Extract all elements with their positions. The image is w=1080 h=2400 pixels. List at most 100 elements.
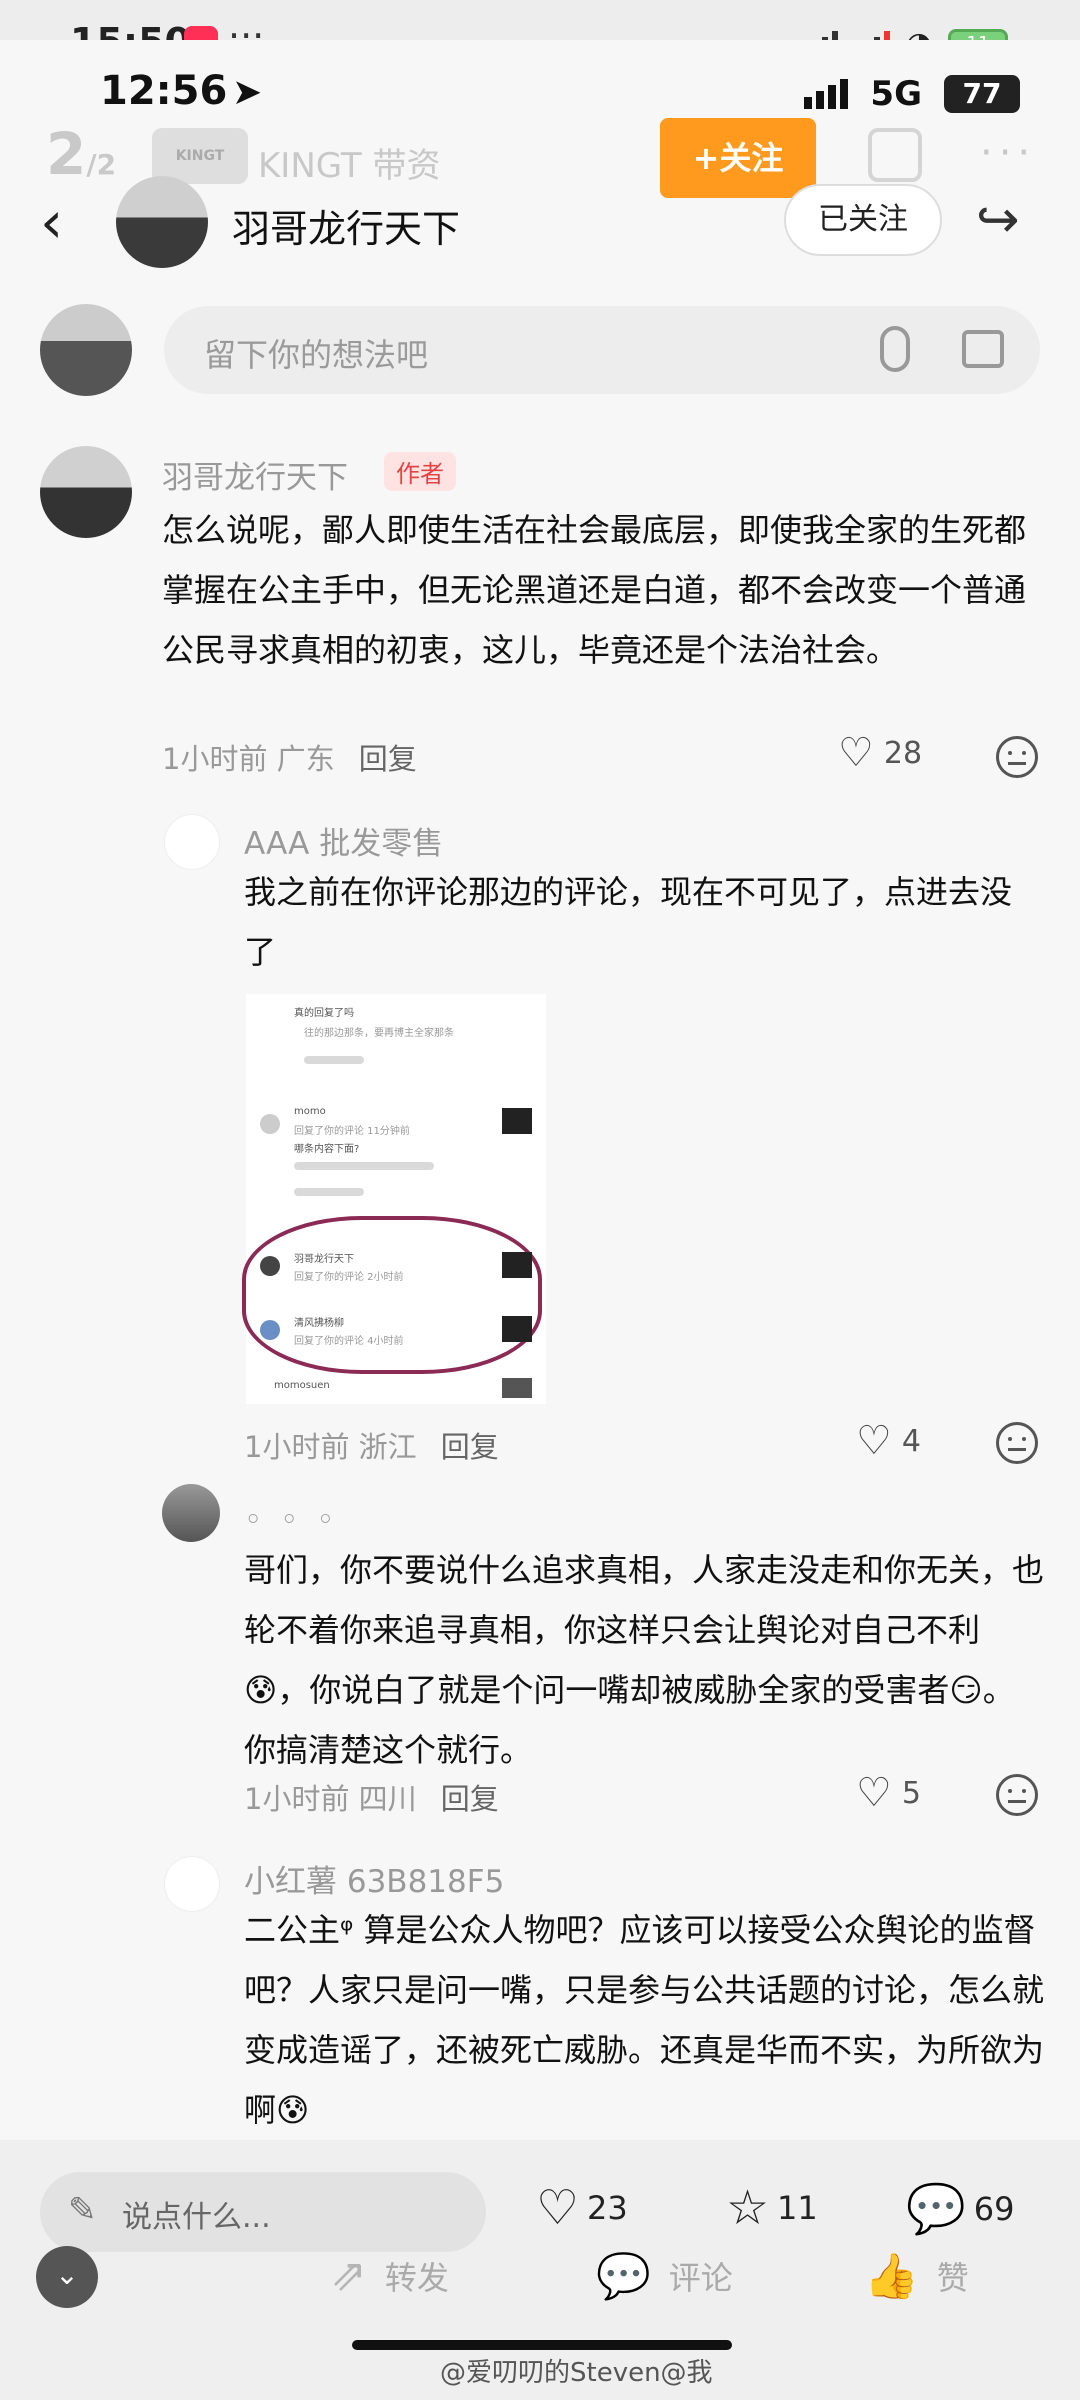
comment-placeholder: 留下你的想法吧 (204, 336, 429, 374)
embed-action-line (294, 1188, 364, 1196)
comment-location: 广东 (276, 742, 335, 776)
cell-signal-icon (804, 79, 849, 109)
pencil-icon: ✎ (68, 2190, 97, 2230)
author-tag: 作者 (384, 452, 456, 491)
comment-time: 1小时前 (244, 1430, 350, 1464)
like-button[interactable]: ♡ 28 (838, 730, 922, 776)
like-count: 28 (883, 735, 923, 771)
comment-meta: 1小时前 广东 回复 (162, 736, 417, 778)
like-count: 4 (901, 1423, 921, 1459)
thumbs-up-icon: 👍 (864, 2251, 919, 2302)
like-label: 赞 (936, 2259, 969, 2297)
comment-icon: 💬 (596, 2251, 651, 2302)
embed-avatar (260, 1256, 280, 1276)
microphone-icon[interactable] (880, 326, 910, 372)
my-avatar (40, 304, 132, 396)
like-count: 5 (901, 1775, 921, 1811)
comment-user[interactable]: ◦ ◦ ◦ (244, 1502, 339, 1538)
embed-text: 真的回复了吗 (294, 1008, 354, 1019)
like-button[interactable]: ♡ 5 (856, 1770, 921, 1816)
embed-text: 哪条内容下面? (294, 1144, 360, 1155)
home-indicator[interactable] (352, 2340, 732, 2350)
comment-avatar[interactable] (164, 814, 220, 870)
reply-button[interactable]: 回复 (441, 1782, 499, 1816)
embed-thumbnail (502, 1108, 532, 1134)
forward-icon: ⇗ (330, 2250, 367, 2301)
comment-location: 四川 (358, 1782, 417, 1816)
embed-text-line (294, 1162, 434, 1170)
share-icon[interactable]: ↪ (976, 190, 1020, 250)
emoji-icon[interactable] (996, 736, 1038, 778)
network-type: 5G (870, 74, 922, 114)
heart-icon: ♡ (536, 2180, 580, 2236)
embed-user: 羽哥龙行天下 (294, 1254, 354, 1265)
comment-bubble-icon: 💬 (906, 2181, 966, 2237)
comment-text: 我之前在你评论那边的评论，现在不可见了，点进去没了 (244, 873, 1013, 971)
like-action-button[interactable]: 👍 赞 (864, 2250, 969, 2302)
comment-user[interactable]: 小红薯 63B818F5 (244, 1856, 504, 1901)
back-chevron-icon[interactable]: ‹ (40, 188, 63, 256)
embed-avatar (260, 1114, 280, 1134)
author-name[interactable]: 羽哥龙行天下 (232, 198, 460, 253)
comment-input[interactable]: 留下你的想法吧 (164, 306, 1040, 394)
heart-icon: ♡ (838, 730, 874, 776)
post-favorite-button[interactable]: ☆ 11 (726, 2180, 818, 2236)
image-icon[interactable] (962, 330, 1004, 368)
embed-action-line (304, 1056, 364, 1064)
embed-text: 往的那边那条，要再博主全家那条 (304, 1028, 454, 1039)
author-avatar[interactable] (116, 176, 208, 268)
follow-button[interactable]: +关注 (660, 118, 816, 198)
comment-time: 1小时前 (244, 1782, 350, 1816)
embed-thumbnail (502, 1252, 532, 1278)
post-like-button[interactable]: ♡ 23 (536, 2180, 628, 2236)
say-placeholder: 说点什么... (122, 2200, 271, 2235)
star-icon: ☆ (726, 2180, 770, 2236)
page-indicator: 2/2 (46, 120, 116, 188)
post-comment-button[interactable]: 💬 69 (906, 2180, 1014, 2237)
comment-button[interactable]: 💬 评论 (596, 2250, 733, 2302)
heart-icon: ♡ (856, 1418, 892, 1464)
embed-text: 回复了你的评论 4小时前 (294, 1336, 404, 1347)
embed-thumbnail (502, 1316, 532, 1342)
like-button[interactable]: ♡ 4 (856, 1418, 921, 1464)
scan-icon[interactable] (868, 128, 922, 182)
page-current: 2 (46, 120, 87, 188)
collapse-chevron-icon[interactable]: ⌄ (36, 2246, 98, 2308)
followed-button[interactable]: 已关注 (784, 184, 942, 256)
comment-avatar[interactable] (162, 1484, 220, 1542)
location-arrow-icon: ➤ (232, 72, 263, 113)
comment-text: 哥们，你不要说什么追求真相，人家走没走和你无关，也轮不着你来追寻真相，你这样只会… (244, 1551, 1045, 1769)
embed-user: 清风拂杨柳 (294, 1318, 344, 1329)
comment-user[interactable]: AAA 批发零售 (244, 818, 443, 863)
inner-clock: 12:56 (100, 68, 228, 114)
comment-meta: 1小时前 四川 回复 (244, 1776, 499, 1818)
inner-status-icons: 5G 77 (804, 74, 1020, 114)
comment-avatar[interactable] (164, 1856, 220, 1912)
comment-time: 1小时前 (162, 742, 268, 776)
comment-avatar[interactable] (40, 446, 132, 538)
embed-text: 回复了你的评论 2小时前 (294, 1272, 404, 1283)
watermark: @爱叨叨的Steven@我 (440, 2358, 713, 2388)
reply-button[interactable]: 回复 (359, 742, 417, 776)
post-comment-count: 69 (973, 2189, 1015, 2228)
comment-meta: 1小时前 浙江 回复 (244, 1424, 499, 1466)
embed-highlight-circle (242, 1216, 542, 1374)
comment-label: 评论 (668, 2259, 733, 2297)
say-something-input[interactable]: ✎ 说点什么... (40, 2172, 486, 2252)
embed-thumbnail (502, 1378, 532, 1398)
forward-button[interactable]: ⇗ 转发 (330, 2250, 449, 2301)
more-icon[interactable]: ··· (980, 130, 1036, 176)
forward-label: 转发 (384, 2258, 449, 2297)
comment-user[interactable]: 羽哥龙行天下 (162, 452, 348, 497)
embed-user: momosuen (274, 1380, 330, 1391)
attached-screenshot[interactable]: 真的回复了吗 往的那边那条，要再博主全家那条 momo 回复了你的评论 11分钟… (242, 994, 546, 1404)
reply-button[interactable]: 回复 (441, 1430, 499, 1464)
embed-avatar (260, 1320, 280, 1340)
page-total: /2 (86, 148, 117, 181)
emoji-icon[interactable] (996, 1774, 1038, 1816)
comment-text: 二公主ᵠ 算是公众人物吧？应该可以接受公众舆论的监督吧？人家只是问一嘴，只是参与… (244, 1911, 1045, 2129)
embed-text: 回复了你的评论 11分钟前 (294, 1126, 410, 1137)
account-name[interactable]: KINGT 带资 (258, 138, 440, 187)
battery-level: 77 (944, 75, 1020, 113)
emoji-icon[interactable] (996, 1422, 1038, 1464)
